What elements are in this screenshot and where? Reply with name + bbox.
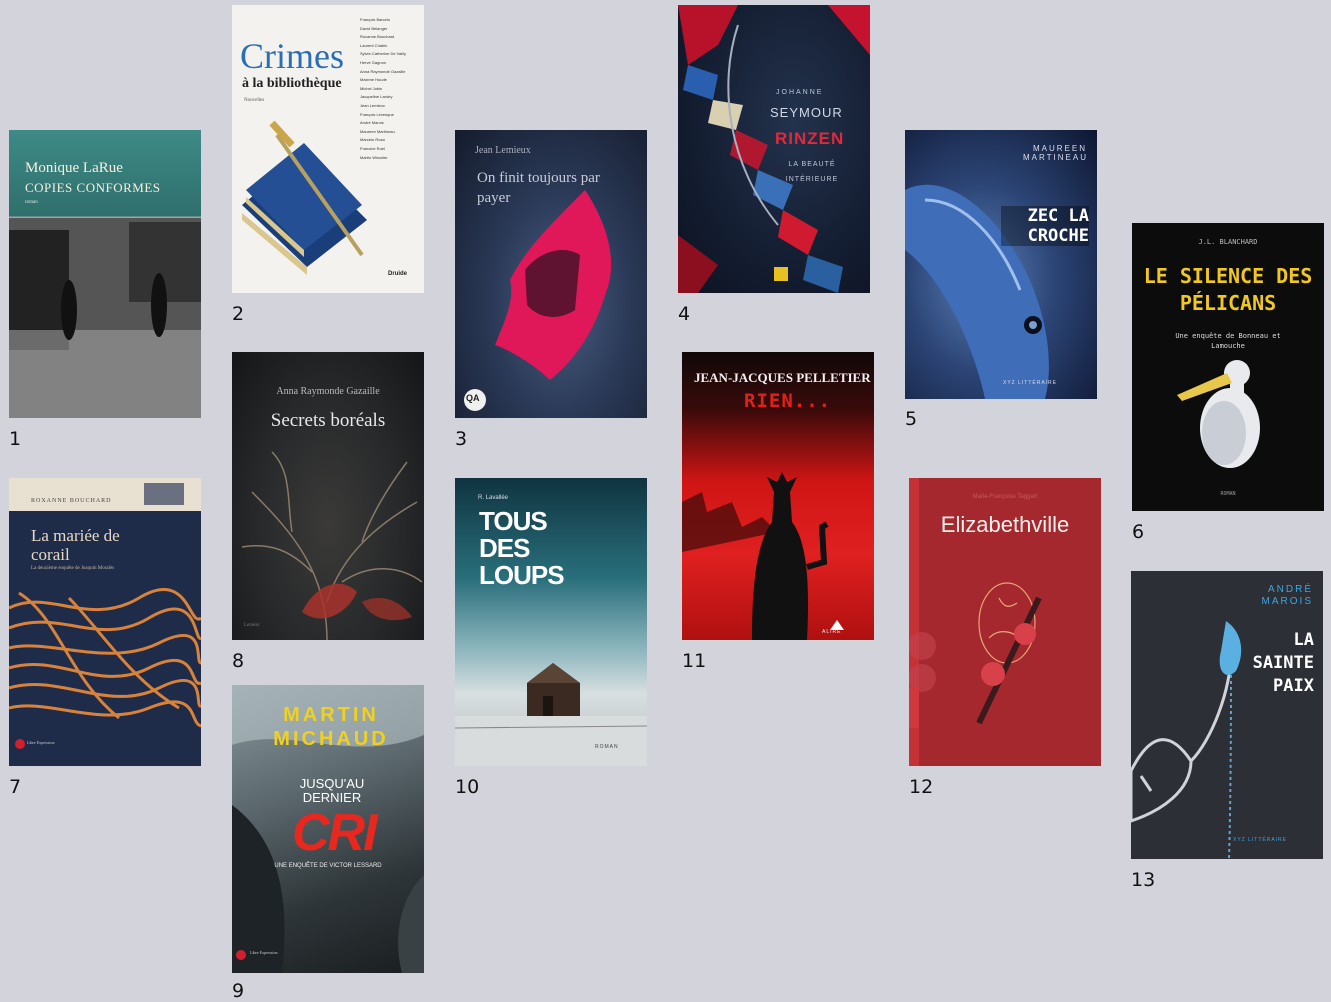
book-2-author: Laurent Chabin [360, 42, 388, 48]
book-10-number: 10 [455, 776, 480, 798]
book-cover-12[interactable]: Marie-Françoise Taggart Elizabethville [909, 478, 1101, 766]
book-2-author: Marcelo Rosa [360, 137, 385, 143]
book-7-subtitle: La deuxième enquête de Joaquin Moralès [31, 566, 115, 571]
book-1-genre: roman [25, 200, 38, 205]
book-2-authors: François Barcelo David Bélanger Roxanne … [360, 16, 406, 162]
book-2-publisher: Druide [388, 271, 408, 277]
book-cover-4[interactable]: JOHANNE SEYMOUR RINZEN LA BEAUTÉ INTÉRIE… [678, 5, 870, 293]
book-3-publisher: QA [466, 393, 480, 403]
book-cover-10[interactable]: R. Lavallée TOUS DES LOUPS ROMAN [455, 478, 647, 766]
book-2-author: François Barcelo [360, 17, 391, 22]
book-cover-11[interactable]: JEAN-JACQUES PELLETIER RIEN... ALIRE [682, 352, 874, 640]
book-cover-13[interactable]: ANDRÉ MAROIS LA SAINTE PAIX XYZ LITTÉRAI… [1131, 571, 1323, 859]
book-3-number: 3 [455, 428, 468, 450]
book-2-author: Roxanne Bouchard [360, 34, 395, 40]
book-9-title-top: JUSQU'AU DERNIER [299, 776, 365, 805]
book-11-publisher: ALIRE [822, 629, 842, 635]
book-8-number: 8 [232, 650, 245, 672]
book-2-title-sub: à la bibliothèque [242, 76, 342, 91]
book-2-author: Jacqueline Landry [360, 94, 393, 100]
book-cover-8[interactable]: Anna Raymonde Gazaille Secrets boréals L… [232, 352, 424, 640]
book-2-author: Michel Jobin [360, 85, 383, 91]
book-9-author: MARTIN MICHAUD [273, 704, 389, 750]
book-10-title: TOUS DES LOUPS [479, 506, 565, 590]
book-6-number: 6 [1132, 521, 1145, 543]
book-9-publisher: Libre Expression [250, 950, 278, 955]
book-2-author: Hervé Gagnon [360, 59, 387, 65]
book-cover-9[interactable]: MARTIN MICHAUD JUSQU'AU DERNIER CRI UNE … [232, 685, 424, 973]
book-11-author: JEAN-JACQUES PELLETIER [694, 370, 871, 385]
book-cover-6[interactable]: J.L. BLANCHARD LE SILENCE DES PÉLICANS U… [1132, 223, 1324, 511]
book-4-subtitle: LA BEAUTÉ INTÉRIEURE [785, 161, 839, 183]
book-12-author: Marie-Françoise Taggart [972, 494, 1038, 500]
book-2-author: Sylvie-Catherine De Vailly [360, 51, 406, 57]
book-1-author: Monique LaRue [25, 160, 123, 176]
book-6-subtitle: Une enquête de Bonneau et Lamouche [1175, 332, 1281, 350]
book-4-number: 4 [678, 303, 691, 325]
book-2-author: Maureen Martineau [360, 128, 395, 134]
book-2-title-main: Crimes [240, 36, 344, 76]
book-6-title: LE SILENCE DES PÉLICANS [1143, 264, 1313, 315]
book-6-author: J.L. BLANCHARD [1198, 238, 1258, 246]
book-2-genre: Nouvelles [244, 98, 265, 103]
book-7-title: La mariée de corail [31, 526, 120, 564]
book-1-title: COPIES CONFORMES [25, 180, 161, 195]
book-13-author: ANDRÉ MAROIS [1261, 584, 1313, 607]
book-cover-2[interactable]: Crimes à la bibliothèque Nouvelles Franç… [232, 5, 424, 293]
book-12-number: 12 [909, 776, 934, 798]
book-2-author: Martin Winckler [360, 154, 388, 160]
book-13-number: 13 [1131, 869, 1156, 891]
book-9-number: 9 [232, 980, 245, 1002]
cover-art-7 [9, 478, 201, 749]
book-2-author: David Bélanger [360, 25, 388, 31]
book-4-author-last: SEYMOUR [770, 105, 843, 120]
book-3-author: Jean Lemieux [475, 145, 531, 156]
book-2-author: Francine Ruel [360, 145, 385, 151]
book-2-author: Jean Lemieux [360, 102, 385, 108]
book-2-author: André Marois [360, 120, 384, 126]
book-5-publisher: XYZ LITTÉRAIRE [1003, 380, 1058, 386]
book-7-author: ROXANNE BOUCHARD [31, 498, 112, 504]
book-12-title: Elizabethville [940, 512, 1070, 537]
book-3-title: On finit toujours par payer [477, 170, 600, 206]
book-8-title: Secrets boréals [270, 410, 386, 431]
cover-art-4 [678, 5, 870, 293]
book-cover-1[interactable]: Monique LaRue COPIES CONFORMES roman [9, 130, 201, 418]
book-10-author: R. Lavallée [478, 495, 509, 501]
book-11-title: RIEN... [744, 390, 832, 412]
book-8-publisher: Leméac [244, 623, 260, 628]
book-11-number: 11 [682, 650, 707, 672]
book-13-publisher: XYZ LITTÉRAIRE [1233, 837, 1288, 843]
book-cover-3[interactable]: Jean Lemieux On finit toujours par payer… [455, 130, 647, 418]
book-cover-7[interactable]: ROXANNE BOUCHARD La mariée de corail La … [9, 478, 201, 766]
book-6-genre: ROMAN [1220, 491, 1236, 497]
book-7-publisher: Libre Expression [27, 740, 55, 745]
book-4-author-first: JOHANNE [776, 89, 824, 96]
book-2-author: Maxime Houde [360, 77, 387, 83]
book-cover-5[interactable]: MAUREEN MARTINEAU ZEC LA CROCHE XYZ LITT… [905, 130, 1097, 399]
book-2-number: 2 [232, 303, 245, 325]
book-13-title: LA SAINTE PAIX [1252, 630, 1314, 696]
book-7-number: 7 [9, 776, 22, 798]
book-2-author: Anna Raymonde Gazaille [360, 68, 406, 74]
book-4-title: RINZEN [775, 129, 845, 148]
book-9-title-big: CRI [292, 804, 378, 862]
cover-art-13 [1131, 621, 1242, 859]
book-10-genre: ROMAN [595, 744, 619, 750]
book-5-title: ZEC LA CROCHE [1001, 206, 1089, 246]
book-2-author: François Lévesque [360, 111, 394, 117]
book-9-subtitle: UNE ENQUÊTE DE VICTOR LESSARD [274, 863, 382, 869]
book-5-author: MAUREEN MARTINEAU [1023, 144, 1088, 162]
book-1-number: 1 [9, 428, 22, 450]
book-5-number: 5 [905, 408, 918, 430]
book-8-author: Anna Raymonde Gazaille [276, 386, 380, 397]
cover-art-5 [905, 184, 1049, 399]
